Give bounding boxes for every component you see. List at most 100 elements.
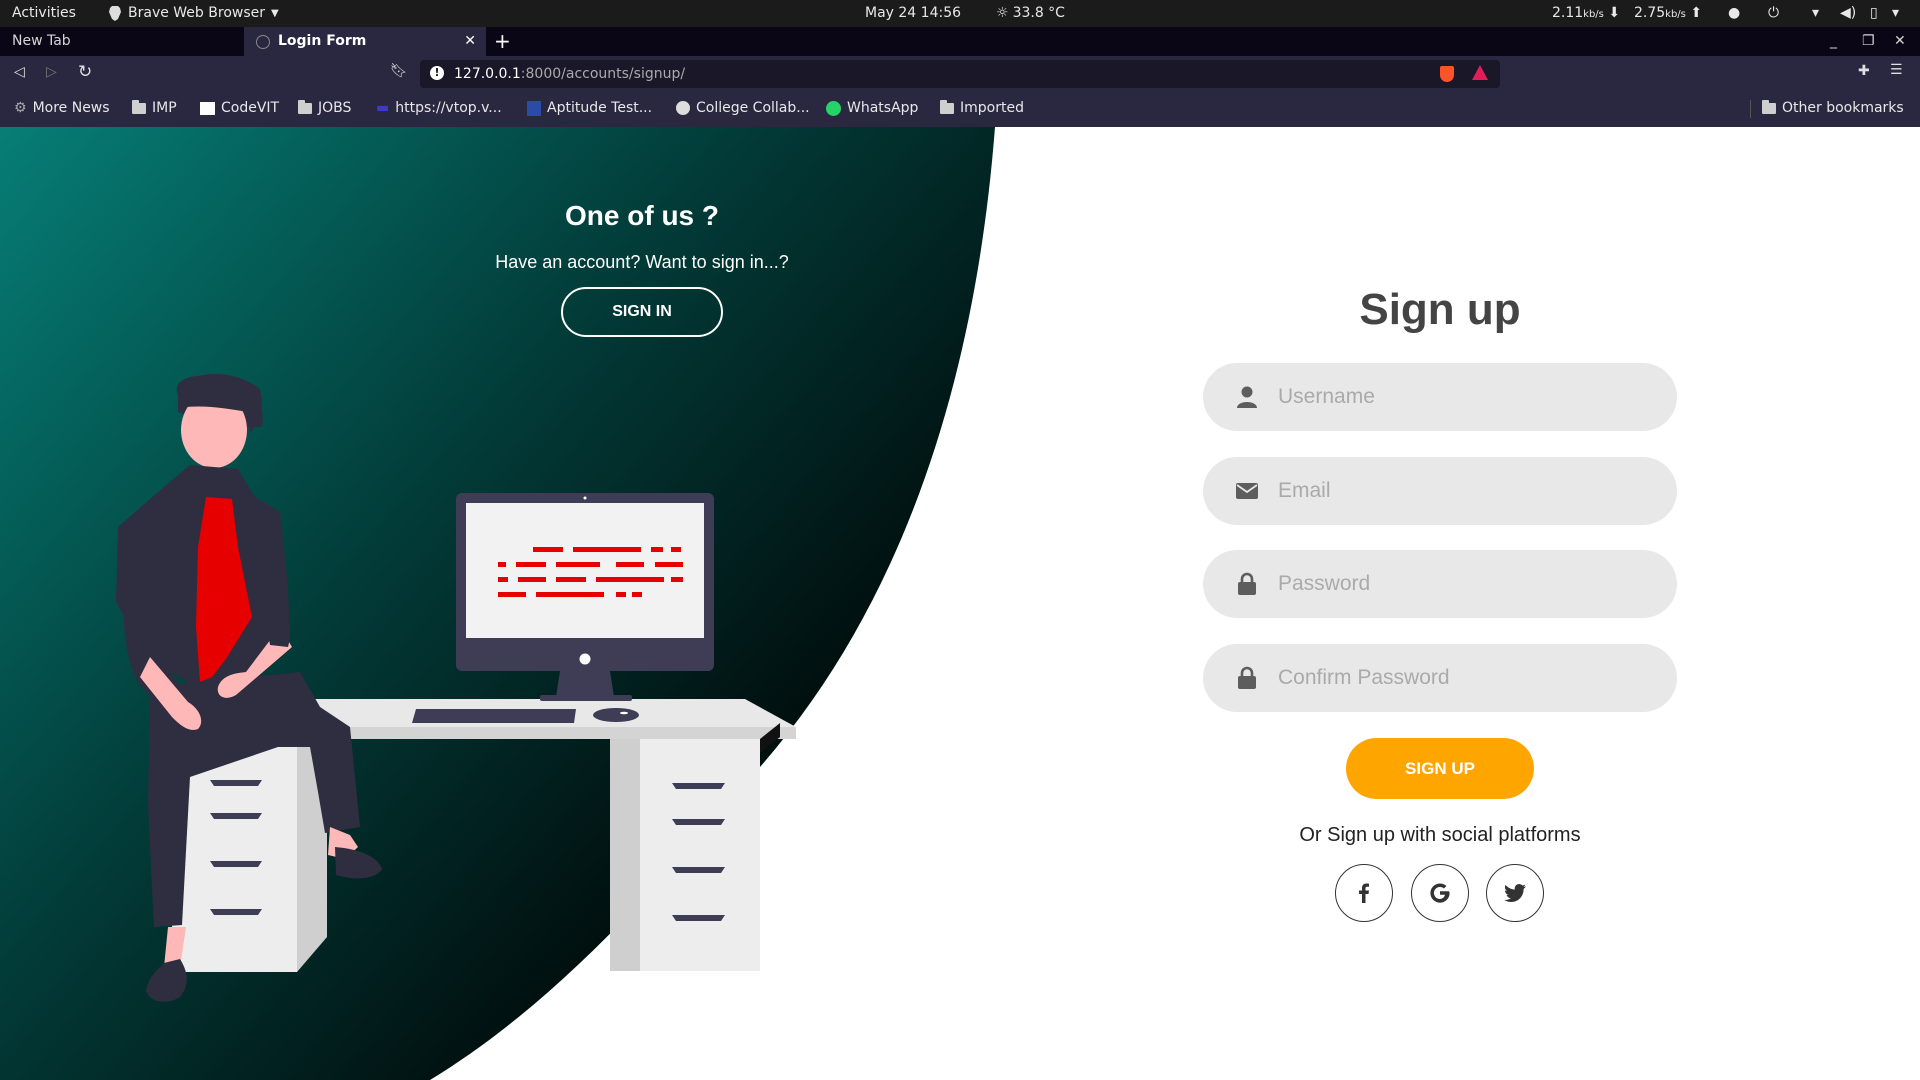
forward-icon[interactable]: ▷ xyxy=(46,64,57,80)
clock[interactable]: May 24 14:56 xyxy=(865,5,961,21)
restore-icon[interactable]: ❐ xyxy=(1862,27,1875,56)
brave-shields-icon[interactable] xyxy=(1440,66,1454,82)
lock-icon xyxy=(1238,666,1256,689)
facebook-icon xyxy=(1359,883,1369,903)
globe-icon xyxy=(256,34,270,49)
url-path: :8000/accounts/signup/ xyxy=(520,66,686,82)
app-name: Brave Web Browser xyxy=(128,5,265,21)
net-speed-down: 2.11kb/s ⬇ xyxy=(1552,5,1620,21)
bookmark-label: JOBS xyxy=(318,100,352,116)
folder-icon xyxy=(1762,99,1776,114)
down-speed-value: 2.11 xyxy=(1552,5,1584,21)
password-field[interactable] xyxy=(1203,550,1677,618)
reload-icon[interactable]: ↻ xyxy=(78,62,92,82)
bookmark-other[interactable]: Other bookmarks xyxy=(1762,99,1904,116)
bookmark-imported[interactable]: Imported xyxy=(940,99,1024,116)
twitter-icon xyxy=(1504,884,1526,902)
site-info-icon[interactable]: ! xyxy=(430,66,444,80)
wifi-icon[interactable]: ▾ xyxy=(1812,5,1819,21)
arrow-up-icon: ⬆ xyxy=(1690,5,1703,21)
url-text: 127.0.0.1:8000/accounts/signup/ xyxy=(454,66,685,82)
volume-icon[interactable]: ◀) xyxy=(1840,5,1856,21)
bookmark-college[interactable]: College Collab... xyxy=(676,100,810,116)
folder-icon xyxy=(298,99,312,114)
menu-icon[interactable]: ☰ xyxy=(1890,62,1903,78)
google-button[interactable] xyxy=(1411,864,1469,922)
bookmark-codevit[interactable]: CodeVIT xyxy=(200,100,279,116)
url-host: 127.0.0.1 xyxy=(454,66,521,82)
bookmarks-divider xyxy=(1750,100,1751,118)
password-input[interactable] xyxy=(1278,550,1648,618)
panel-heading: One of us ? xyxy=(565,200,719,231)
app-menu[interactable]: Brave Web Browser ▼ xyxy=(108,5,279,21)
minimize-icon[interactable]: _ xyxy=(1830,27,1837,56)
bookmark-vtop[interactable]: ▬ https://vtop.v... xyxy=(376,100,502,116)
tab-title: Login Form xyxy=(278,33,367,49)
bookmark-label: IMP xyxy=(152,100,177,116)
envelope-icon xyxy=(1236,483,1258,499)
user-icon xyxy=(1237,386,1257,408)
bookmark-label: More News xyxy=(32,100,110,116)
close-tab-icon[interactable]: ✕ xyxy=(464,27,476,56)
facebook-button[interactable] xyxy=(1335,864,1393,922)
weather[interactable]: ☼ 33.8 °C xyxy=(996,5,1065,21)
up-speed-unit: kb/s xyxy=(1665,9,1686,20)
confirm-password-field[interactable] xyxy=(1203,644,1677,712)
bookmark-label: Imported xyxy=(960,100,1024,116)
whatsapp-icon xyxy=(826,100,841,116)
email-input[interactable] xyxy=(1278,457,1648,525)
back-icon[interactable]: ◁ xyxy=(14,64,25,80)
twitter-button[interactable] xyxy=(1486,864,1544,922)
bookmark-jobs[interactable]: JOBS xyxy=(298,99,352,116)
up-speed-value: 2.75 xyxy=(1634,5,1666,21)
system-menu-icon[interactable]: ▾ xyxy=(1892,5,1899,21)
vtop-icon: ▬ xyxy=(376,100,390,116)
bookmark-page-icon[interactable]: 🔖︎ xyxy=(390,63,408,79)
codevit-icon xyxy=(200,101,215,115)
sign-up-button[interactable]: SIGN UP xyxy=(1346,738,1534,799)
bookmarks-bar: ⚙ More News IMP CodeVIT JOBS ▬ https://vto… xyxy=(0,92,1920,127)
arrow-down-icon: ⬇ xyxy=(1608,5,1621,21)
temperature: 33.8 °C xyxy=(1012,5,1065,21)
phone-icon[interactable]: ▯ xyxy=(1870,5,1878,21)
username-input[interactable] xyxy=(1278,363,1648,431)
browser-toolbar: ◁ ▷ ↻ 🔖︎ ! 127.0.0.1:8000/accounts/signu… xyxy=(0,56,1920,92)
sign-in-button[interactable]: SIGN IN xyxy=(561,287,723,337)
tab-title: New Tab xyxy=(12,33,71,49)
address-bar[interactable]: ! 127.0.0.1:8000/accounts/signup/ xyxy=(420,60,1500,88)
form-title: Sign up xyxy=(1359,285,1521,334)
aptitude-icon xyxy=(527,100,541,116)
folder-icon xyxy=(940,99,954,114)
brave-rewards-icon[interactable] xyxy=(1472,65,1488,80)
close-window-icon[interactable]: ✕ xyxy=(1894,27,1906,56)
bookmark-label: Aptitude Test... xyxy=(547,100,653,116)
tab-new-tab[interactable]: New Tab xyxy=(0,27,244,56)
extensions-icon[interactable]: ✚ xyxy=(1858,63,1870,79)
bookmark-label: Other bookmarks xyxy=(1782,100,1904,116)
bookmark-aptitude[interactable]: Aptitude Test... xyxy=(527,100,652,116)
folder-icon xyxy=(132,99,146,114)
globe-icon xyxy=(676,101,690,115)
username-field[interactable] xyxy=(1203,363,1677,431)
email-field[interactable] xyxy=(1203,457,1677,525)
activities-button[interactable]: Activities xyxy=(12,5,76,21)
extension-tray-icon[interactable]: ● xyxy=(1728,5,1740,21)
confirm-password-input[interactable] xyxy=(1278,644,1648,712)
tab-strip: New Tab Login Form ✕ + _ ❐ ✕ xyxy=(0,27,1920,56)
gear-icon: ⚙ xyxy=(14,100,27,116)
new-tab-button[interactable]: + xyxy=(494,27,511,56)
bookmark-more-news[interactable]: ⚙ More News xyxy=(14,100,110,116)
signup-page: One of us ? Have an account? Want to sig… xyxy=(0,127,1920,1080)
google-icon xyxy=(1430,883,1450,903)
net-speed-up: 2.75kb/s ⬆ xyxy=(1634,5,1702,21)
system-top-bar: Activities Brave Web Browser ▼ May 24 14… xyxy=(0,0,1920,27)
bookmark-whatsapp[interactable]: WhatsApp xyxy=(826,100,918,116)
sun-icon: ☼ xyxy=(996,5,1009,21)
bookmark-label: College Collab... xyxy=(696,100,810,116)
brave-icon xyxy=(109,5,121,21)
tab-login-form[interactable]: Login Form ✕ xyxy=(244,27,486,56)
bookmark-imp[interactable]: IMP xyxy=(132,99,177,116)
bookmark-label: CodeVIT xyxy=(221,100,280,116)
social-signup-text: Or Sign up with social platforms xyxy=(1299,824,1581,846)
power-indicator-icon[interactable]: ⏻ xyxy=(1768,5,1779,21)
